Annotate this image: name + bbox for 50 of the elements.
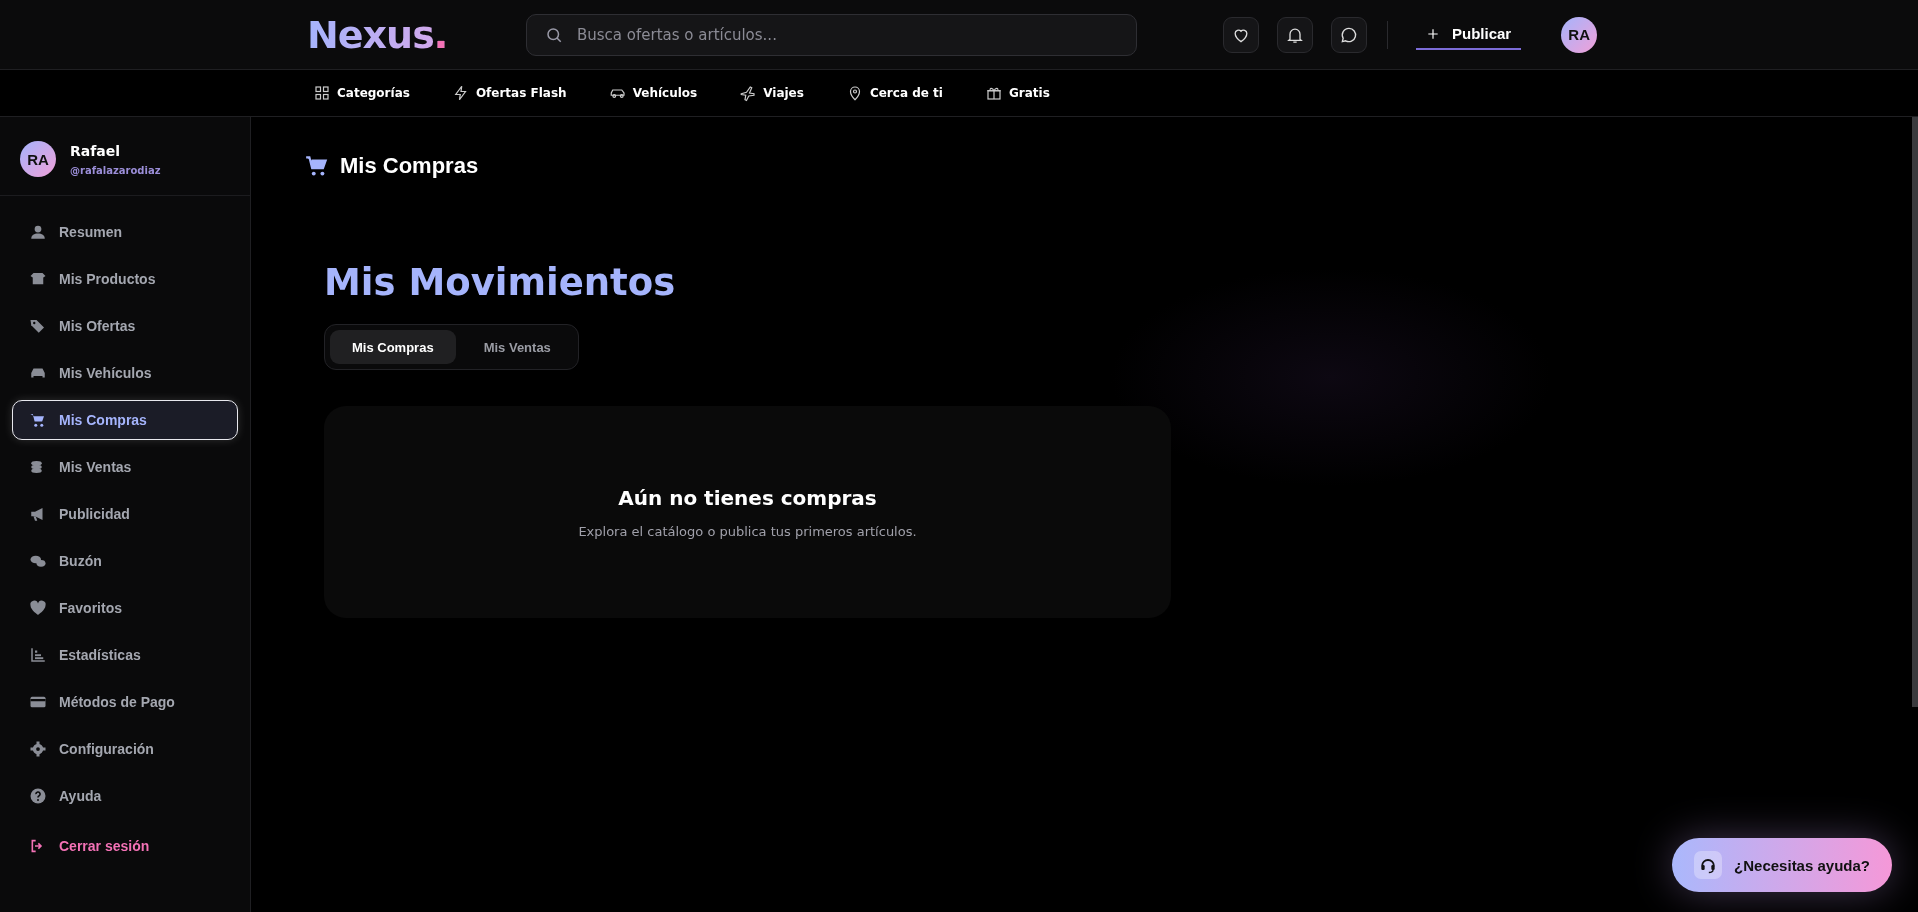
sidebar-item[interactable]: Mis Ofertas: [12, 306, 238, 346]
empty-state-text: Explora el catálogo o publica tus primeros artículos.: [578, 523, 917, 539]
gear-icon: [29, 740, 47, 758]
notifications-button[interactable]: [1277, 16, 1313, 53]
sidebar-item[interactable]: Mis Vehículos: [12, 353, 238, 393]
sidebar-item[interactable]: Resumen: [12, 212, 238, 252]
category-link[interactable]: Gratis: [1008, 86, 1050, 100]
sidebar-item[interactable]: Configuración: [12, 729, 238, 769]
tab[interactable]: Mis Ventas: [461, 330, 573, 364]
search-field[interactable]: Busca ofertas o artículos...: [526, 13, 1137, 56]
heart-icon: [29, 599, 47, 617]
user-avatar[interactable]: RA: [1561, 16, 1598, 53]
cart-icon: [29, 411, 47, 429]
category-link[interactable]: Viajes: [763, 86, 804, 100]
sidebar-item[interactable]: Métodos de Pago: [12, 682, 238, 722]
user-avatar: RA: [20, 141, 56, 177]
sidebar-item[interactable]: Publicidad: [12, 494, 238, 534]
grid-icon: [313, 84, 331, 102]
search-icon: [545, 25, 563, 44]
category-link[interactable]: Ofertas Flash: [475, 86, 567, 100]
sidebar-item[interactable]: Mis Ventas: [12, 447, 238, 487]
help-button[interactable]: ¿Necesitas ayuda?: [1672, 838, 1892, 892]
plane-icon: [739, 84, 758, 102]
empty-state-title: Aún no tienes compras: [618, 485, 877, 510]
sidebar-item[interactable]: Ayuda: [12, 776, 238, 816]
tab[interactable]: Mis Compras: [330, 330, 456, 364]
category-link[interactable]: Categorías: [337, 86, 410, 100]
bar-chart-icon: [29, 646, 47, 664]
logout-link[interactable]: Cerrar sesión: [29, 838, 250, 854]
user-name: Rafael: [70, 142, 122, 159]
tags-icon: [29, 317, 47, 335]
user-icon: [29, 223, 47, 241]
headset-icon: [1694, 851, 1723, 879]
category-link[interactable]: Cerca de ti: [869, 86, 943, 100]
messages-button[interactable]: [1331, 16, 1367, 53]
category-link[interactable]: Vehículos: [632, 86, 698, 100]
logout-icon: [29, 838, 45, 854]
sidebar-item[interactable]: Estadísticas: [12, 635, 238, 675]
publish-button[interactable]: Publicar: [1416, 19, 1522, 50]
sidebar-item[interactable]: Mis Compras: [12, 400, 238, 440]
sidebar-item[interactable]: Buzón: [12, 541, 238, 581]
favorites-button[interactable]: [1223, 16, 1259, 53]
user-handle: @rafalazarodiaz: [70, 164, 161, 176]
question-icon: [29, 787, 47, 805]
sidebar-item[interactable]: Mis Productos: [12, 259, 238, 299]
search-input[interactable]: Busca ofertas o artículos...: [575, 24, 1118, 45]
plus-icon: [1426, 26, 1440, 41]
section-heading: Mis Movimientos: [324, 261, 677, 304]
sidebar-item[interactable]: Favoritos: [12, 588, 238, 628]
page-title: Mis Compras: [340, 153, 479, 179]
